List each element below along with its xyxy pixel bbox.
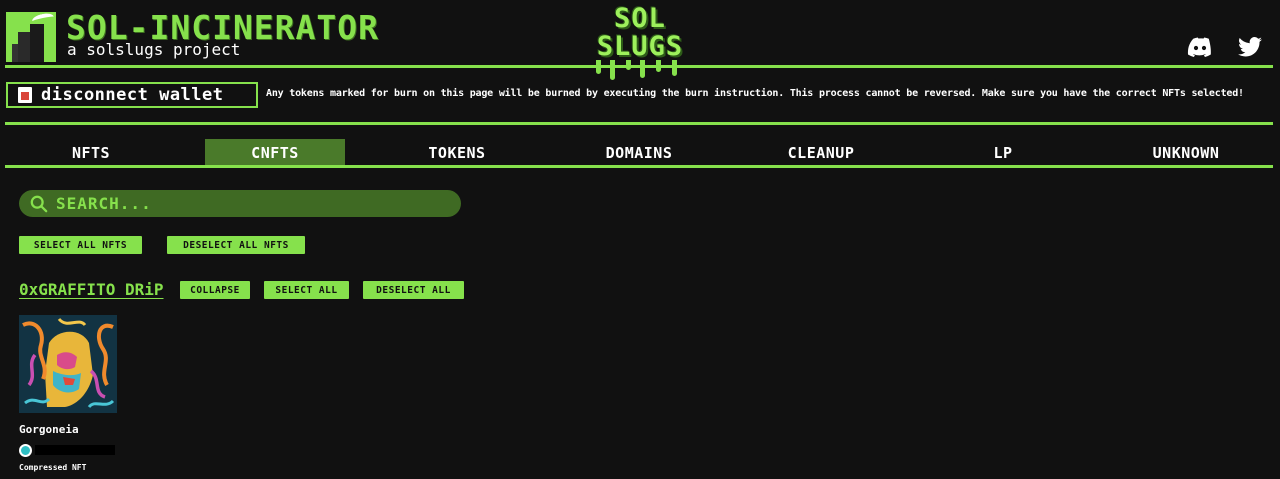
deselect-all-nfts-button[interactable]: DESELECT ALL NFTS — [167, 236, 305, 254]
collection-badge-icon — [19, 444, 32, 457]
collection-deselect-all-button[interactable]: DESELECT ALL — [363, 281, 464, 299]
tab-cleanup[interactable]: CLEANUP — [730, 139, 912, 166]
search-bar[interactable] — [19, 190, 461, 217]
lock-icon — [18, 87, 32, 103]
nft-type-label: Compressed NFT — [19, 463, 87, 472]
nft-card[interactable]: Gorgoneia — [19, 315, 117, 475]
brand-line-2: SLUGS — [596, 31, 684, 62]
brand-line-1: SOL — [614, 3, 666, 34]
select-all-nfts-button[interactable]: SELECT ALL NFTS — [19, 236, 142, 254]
disconnect-wallet-button[interactable]: disconnect wallet — [6, 82, 258, 108]
tab-lp[interactable]: LP — [912, 139, 1094, 166]
site-subtitle: a solslugs project — [67, 40, 241, 59]
wallet-button-label: disconnect wallet — [41, 85, 224, 105]
burn-warning: Any tokens marked for burn on this page … — [266, 88, 1244, 99]
divider-tabs — [5, 165, 1273, 168]
category-tabs: NFTS CNFTS TOKENS DOMAINS CLEANUP LP UNK… — [0, 139, 1280, 166]
tab-tokens[interactable]: TOKENS — [366, 139, 548, 166]
nft-name: Gorgoneia — [19, 423, 79, 436]
tab-cnfts[interactable]: CNFTS — [205, 139, 345, 166]
nft-image — [19, 315, 117, 413]
divider-middle — [5, 122, 1273, 125]
collapse-button[interactable]: COLLAPSE — [180, 281, 250, 299]
twitter-icon[interactable] — [1238, 37, 1262, 57]
discord-icon[interactable] — [1187, 37, 1213, 57]
divider-top — [5, 65, 1273, 68]
search-input[interactable] — [56, 194, 436, 213]
tab-domains[interactable]: DOMAINS — [548, 139, 730, 166]
header: SOL-INCINERATOR a solslugs project SOL S… — [0, 0, 1280, 80]
search-icon — [30, 195, 48, 212]
collection-title[interactable]: 0xGRAFFITO DRiP — [19, 280, 164, 299]
solslugs-logo[interactable]: SOL SLUGS — [588, 4, 692, 80]
incinerator-logo[interactable] — [6, 12, 56, 62]
tab-nfts[interactable]: NFTS — [0, 139, 182, 166]
tab-unknown[interactable]: UNKNOWN — [1094, 139, 1278, 166]
collection-select-all-button[interactable]: SELECT ALL — [264, 281, 349, 299]
redacted-address — [35, 445, 115, 455]
